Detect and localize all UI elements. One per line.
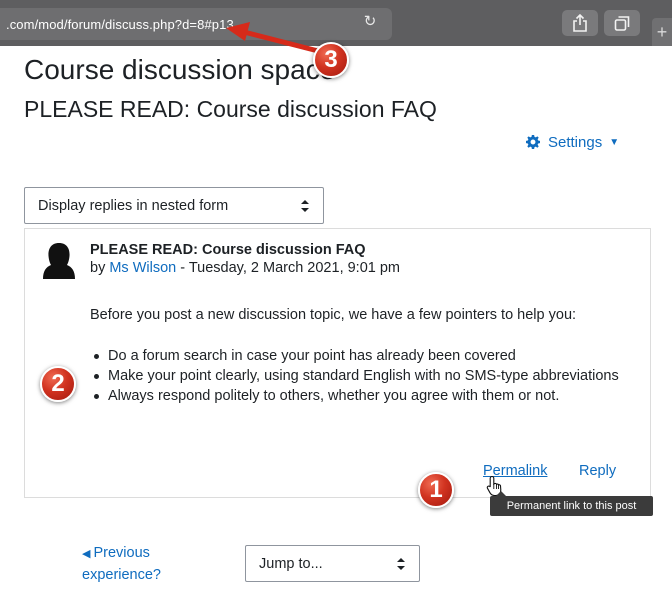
annotation-arrow-icon: [226, 22, 325, 55]
annotation-badge-2: 2: [40, 366, 76, 402]
share-icon: [573, 14, 587, 32]
url-text[interactable]: .com/mod/forum/discuss.php?d=8#p13: [6, 17, 234, 32]
list-item: Make your point clearly, using standard …: [90, 367, 635, 386]
gear-icon: [526, 135, 540, 149]
list-item: Do a forum search in case your point has…: [90, 347, 635, 366]
forum-post: PLEASE READ: Course discussion FAQ by Ms…: [24, 228, 651, 498]
jump-to-select[interactable]: Jump to...: [245, 545, 420, 582]
reload-icon[interactable]: ↻: [361, 13, 379, 31]
previous-discussion-link[interactable]: ◀ Previous experience?: [82, 543, 172, 586]
select-arrows-icon: [397, 558, 405, 570]
settings-menu-button[interactable]: Settings ▼: [526, 130, 619, 154]
prev-arrow-icon: ◀: [82, 548, 91, 560]
jump-to-value: Jump to...: [259, 556, 323, 572]
tabs-icon: [614, 16, 630, 31]
browser-toolbar: .com/mod/forum/discuss.php?d=8#p13 ↻ +: [0, 0, 672, 46]
byline-prefix: by: [90, 260, 110, 276]
new-tab-button[interactable]: +: [652, 18, 672, 46]
tabs-button[interactable]: [604, 10, 640, 36]
post-bullets: Do a forum search in case your point has…: [90, 347, 635, 407]
reply-link[interactable]: Reply: [579, 463, 616, 479]
share-button[interactable]: [562, 10, 598, 36]
post-subject: PLEASE READ: Course discussion FAQ: [90, 242, 366, 258]
annotation-badge-3: 3: [313, 42, 349, 78]
display-mode-select[interactable]: Display replies in nested form: [24, 187, 324, 224]
settings-label: Settings: [548, 133, 603, 151]
avatar-icon: [43, 243, 75, 279]
display-mode-value: Display replies in nested form: [38, 198, 229, 214]
select-arrows-icon: [301, 200, 309, 212]
post-byline: by Ms Wilson - Tuesday, 2 March 2021, 9:…: [90, 260, 400, 276]
post-intro: Before you post a new discussion topic, …: [90, 307, 577, 323]
prev-label: Previous experience?: [82, 545, 161, 583]
discussion-title: PLEASE READ: Course discussion FAQ: [24, 96, 437, 122]
caret-down-icon: ▼: [609, 136, 620, 148]
permalink-tooltip: Permanent link to this post: [490, 491, 653, 516]
annotation-badge-1: 1: [418, 472, 454, 508]
author-link[interactable]: Ms Wilson: [109, 260, 176, 276]
course-title: Course discussion space: [24, 54, 336, 85]
post-date: - Tuesday, 2 March 2021, 9:01 pm: [176, 260, 401, 276]
list-item: Always respond politely to others, wheth…: [90, 387, 635, 406]
